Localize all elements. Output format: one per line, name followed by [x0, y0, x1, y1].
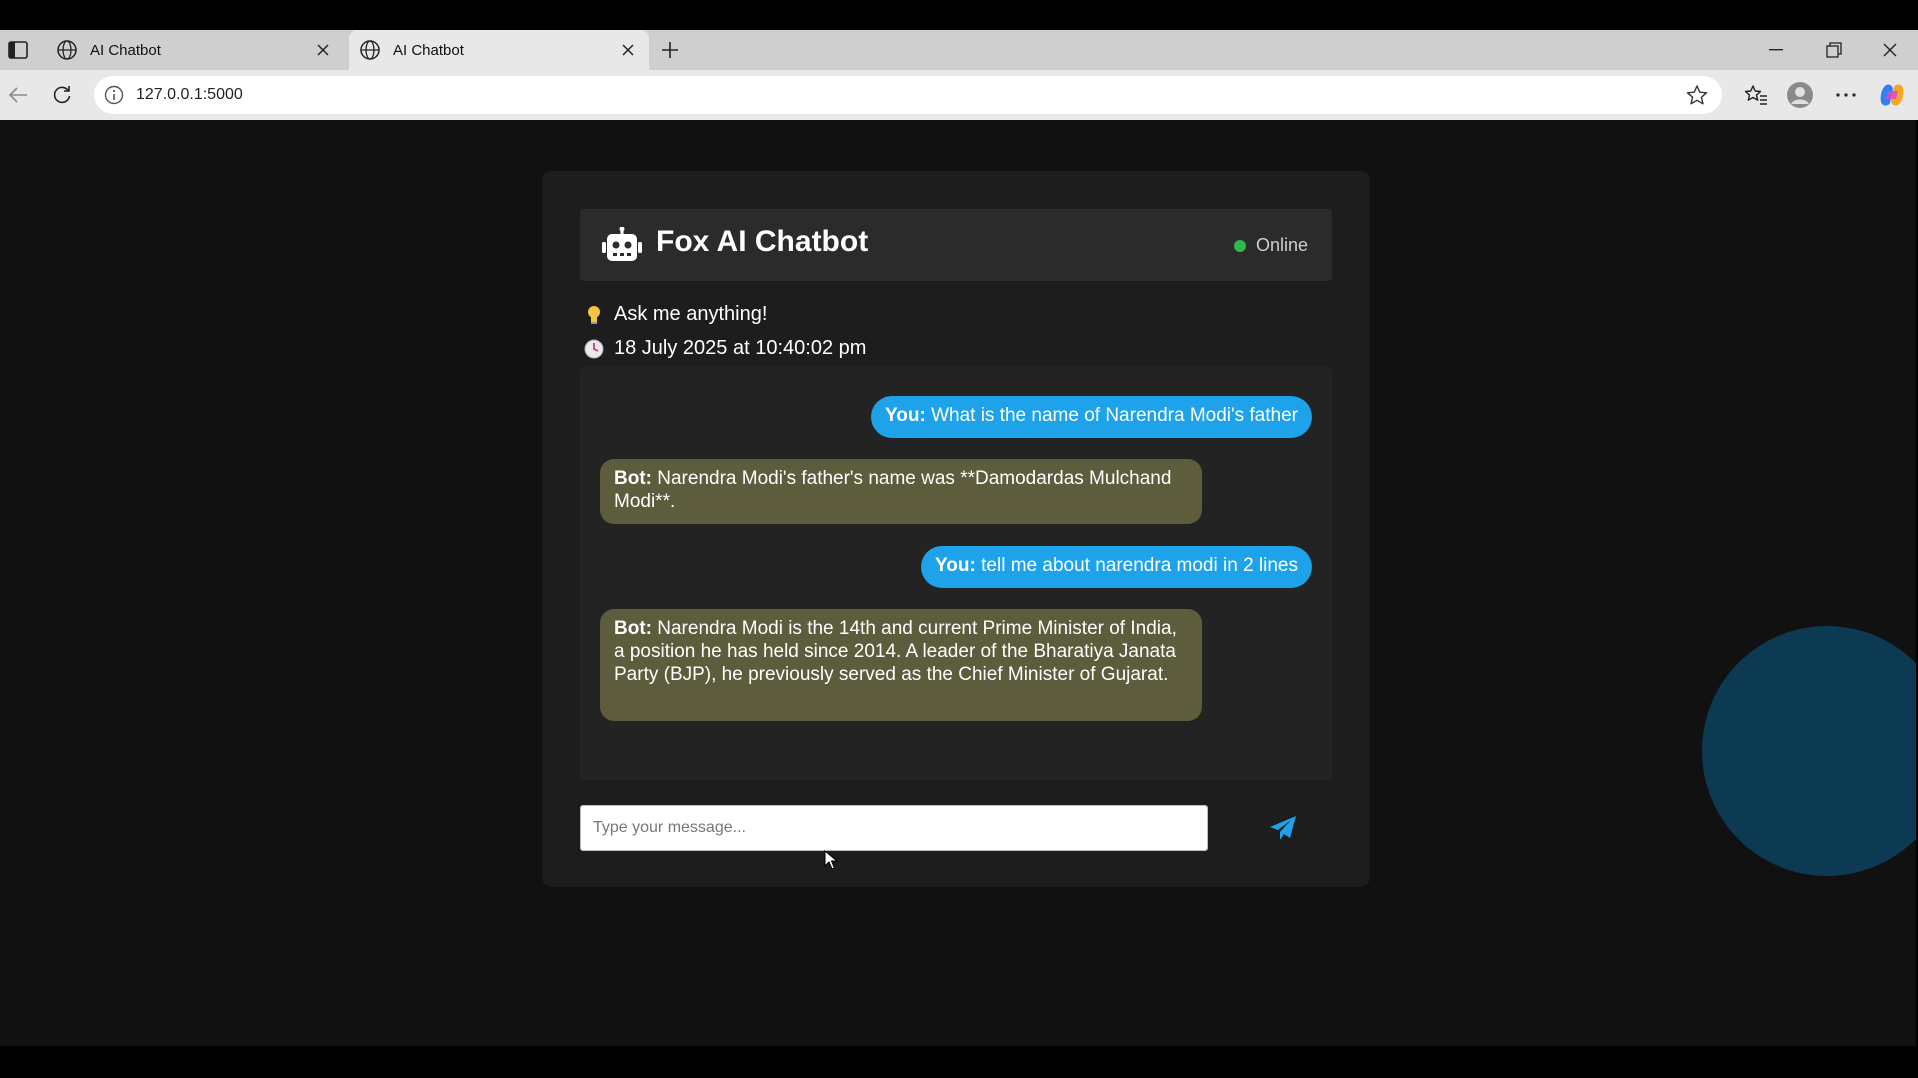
status-text: Online: [1255, 235, 1308, 255]
tagline: Ask me anything!: [584, 303, 767, 326]
chat-card: Fox AI Chatbot Online Ask me anything! 1…: [542, 171, 1370, 887]
chat-log[interactable]: You: What is the name of Narendra Modi's…: [580, 366, 1332, 780]
more-options-icon[interactable]: [1830, 79, 1862, 111]
tab-close-icon[interactable]: [615, 37, 641, 63]
url-text[interactable]: 127.0.0.1:5000: [136, 86, 1682, 104]
robot-icon: [602, 227, 642, 261]
copilot-icon[interactable]: [1876, 79, 1908, 111]
profile-avatar-icon[interactable]: [1784, 79, 1816, 111]
status-dot-icon: [1233, 239, 1246, 252]
speaker-label: Bot:: [614, 468, 652, 489]
decorative-circle: [1702, 626, 1916, 876]
bot-message: Bot: Narendra Modi is the 14th and curre…: [600, 609, 1202, 721]
page-viewport: Fox AI Chatbot Online Ask me anything! 1…: [0, 120, 1916, 1046]
globe-icon: [360, 40, 380, 60]
user-message: You: What is the name of Narendra Modi's…: [870, 396, 1312, 438]
close-window-button[interactable]: [1862, 30, 1918, 70]
message-text: What is the name of Narendra Modi's fath…: [931, 405, 1298, 426]
tab-title: AI Chatbot: [90, 41, 161, 59]
tab-bar: AI Chatbot AI Chatbot: [0, 30, 1918, 70]
paper-plane-icon: [1270, 816, 1296, 840]
timestamp-text: 18 July 2025 at 10:40:02 pm: [614, 337, 867, 359]
top-frame: [0, 0, 1918, 30]
tab-inactive[interactable]: AI Chatbot: [46, 30, 344, 70]
tab-active[interactable]: AI Chatbot: [349, 30, 649, 70]
back-icon[interactable]: [2, 79, 34, 111]
address-bar-row: 127.0.0.1:5000: [0, 70, 1918, 120]
message-input[interactable]: [580, 805, 1208, 851]
speaker-label: You:: [935, 555, 976, 576]
globe-icon: [57, 40, 77, 60]
new-tab-button[interactable]: [656, 36, 684, 64]
chat-header: Fox AI Chatbot Online: [580, 209, 1332, 281]
composer: [580, 805, 1332, 851]
restore-button[interactable]: [1806, 30, 1862, 70]
minimize-button[interactable]: [1748, 30, 1804, 70]
bot-message: Bot: Narendra Modi's father's name was *…: [600, 459, 1202, 524]
lightbulb-icon: [584, 304, 604, 326]
tab-actions-icon[interactable]: [4, 36, 32, 64]
bottom-frame: [0, 1046, 1918, 1078]
mouse-cursor-icon: [824, 850, 838, 870]
status-badge: Online: [1233, 235, 1308, 256]
speaker-label: You:: [884, 405, 926, 426]
send-button[interactable]: [1266, 811, 1300, 845]
tab-title: AI Chatbot: [393, 41, 464, 59]
speaker-label: Bot:: [614, 618, 652, 639]
favorite-star-icon[interactable]: [1682, 80, 1712, 110]
refresh-icon[interactable]: [46, 79, 78, 111]
favorites-icon[interactable]: [1740, 79, 1772, 111]
timestamp: 18 July 2025 at 10:40:02 pm: [584, 337, 866, 360]
info-icon[interactable]: [102, 83, 126, 107]
app-title: Fox AI Chatbot: [656, 225, 869, 258]
user-message: You: tell me about narendra modi in 2 li…: [921, 546, 1312, 588]
tab-close-icon[interactable]: [310, 37, 336, 63]
message-text: Narendra Modi is the 14th and current Pr…: [614, 618, 1177, 685]
message-text: tell me about narendra modi in 2 lines: [981, 555, 1298, 576]
tagline-text: Ask me anything!: [614, 303, 768, 325]
message-text: Narendra Modi's father's name was **Damo…: [614, 468, 1172, 512]
address-bar[interactable]: 127.0.0.1:5000: [94, 76, 1722, 114]
clock-icon: [584, 338, 604, 360]
